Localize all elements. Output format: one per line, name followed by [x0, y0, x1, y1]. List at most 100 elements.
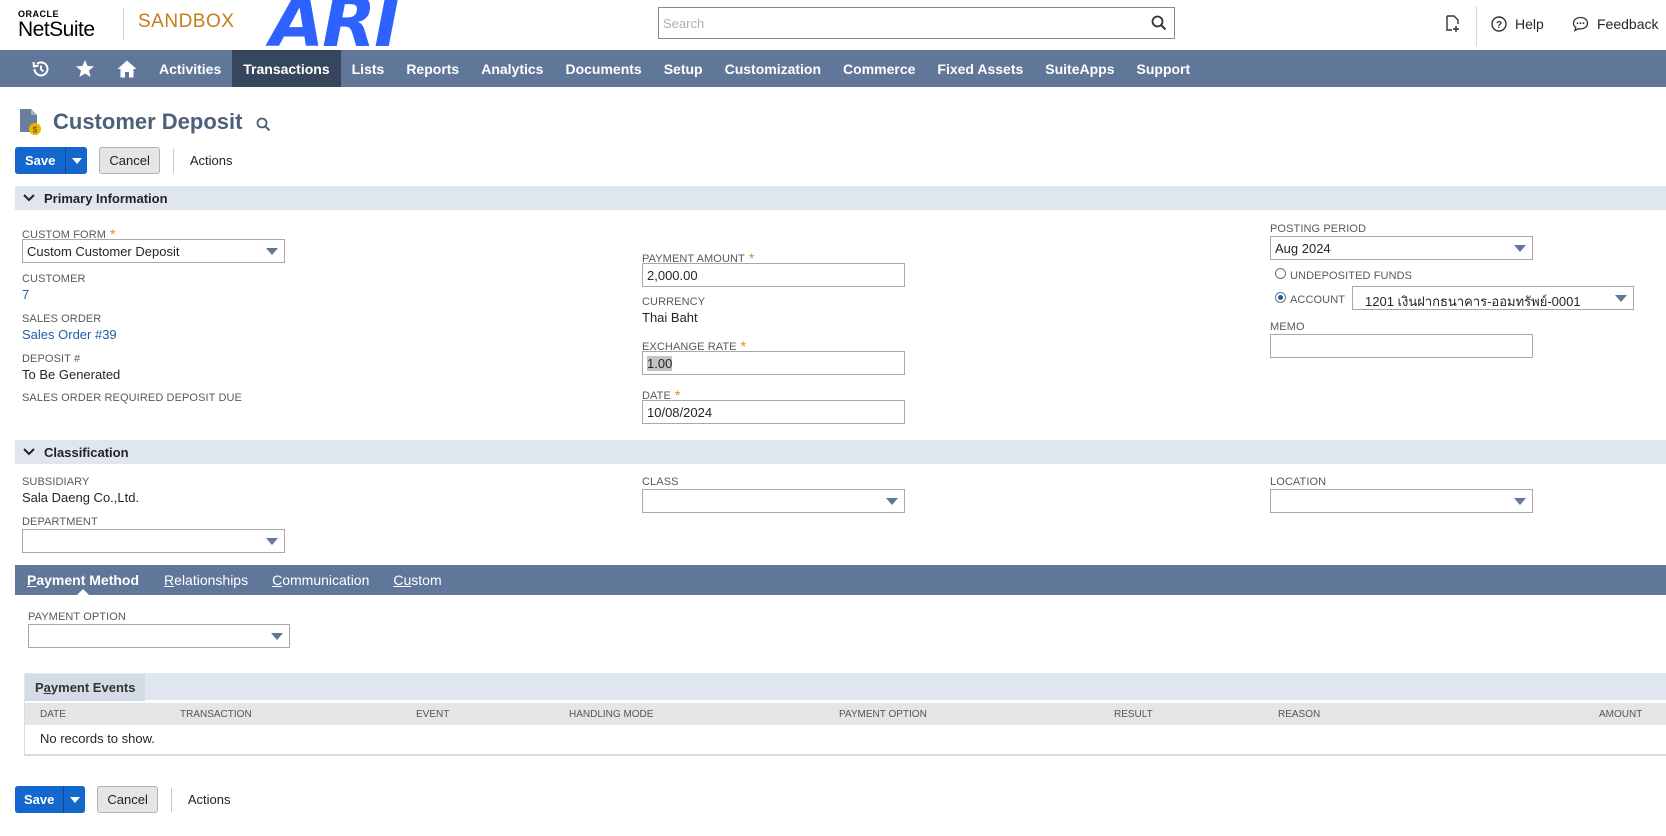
- deposit-number-value: To Be Generated: [22, 367, 121, 382]
- account-radio[interactable]: [1275, 292, 1286, 303]
- global-search-input[interactable]: [659, 8, 1129, 38]
- nav-setup[interactable]: Setup: [653, 50, 714, 87]
- company-brand-logo: ARI: [270, 0, 400, 63]
- netsuite-wordmark: NetSuite: [18, 18, 95, 41]
- nav-suiteapps[interactable]: SuiteApps: [1034, 50, 1125, 87]
- search-icon[interactable]: [1151, 15, 1167, 31]
- subsidiary-value: Sala Daeng Co.,Ltd.: [22, 490, 140, 505]
- save-button-group: Save: [15, 786, 86, 813]
- so-required-deposit-due-label: SALES ORDER REQUIRED DEPOSIT DUE: [22, 392, 242, 404]
- cancel-button[interactable]: Cancel: [99, 147, 160, 174]
- column-reason[interactable]: REASON: [1278, 709, 1320, 720]
- global-search-box[interactable]: [658, 7, 1175, 39]
- nav-documents[interactable]: Documents: [554, 50, 652, 87]
- classification-header[interactable]: Classification: [15, 440, 1666, 464]
- account-label: ACCOUNT: [1290, 294, 1346, 306]
- tab-custom[interactable]: Cu stom: [381, 565, 453, 595]
- dropdown-arrow-icon: [1514, 498, 1526, 505]
- nav-commerce[interactable]: Commerce: [832, 50, 926, 87]
- no-records-message: No records to show.: [40, 731, 155, 746]
- page-title: Customer Deposit: [53, 109, 243, 134]
- payment-events-bottom-border: [25, 754, 1666, 756]
- feedback-label: Feedback: [1597, 16, 1659, 32]
- column-result[interactable]: RESULT: [1114, 709, 1153, 720]
- class-label: CLASS: [642, 476, 679, 488]
- actions-menu[interactable]: Actions: [188, 792, 231, 807]
- column-handling-mode[interactable]: HANDLING MODE: [569, 709, 653, 720]
- svg-text:?: ?: [1496, 20, 1502, 31]
- column-transaction[interactable]: TRANSACTION: [180, 709, 252, 720]
- tab-communication[interactable]: Communication: [260, 565, 381, 595]
- column-date[interactable]: DATE: [40, 709, 66, 720]
- account-select[interactable]: 1201 เงินฝากธนาคาร-ออมทรัพย์-0001: [1352, 286, 1634, 310]
- department-select[interactable]: [22, 529, 285, 553]
- actions-menu[interactable]: Actions: [190, 153, 233, 168]
- help-link[interactable]: ? Help: [1491, 16, 1544, 32]
- subsidiary-label: SUBSIDIARY: [22, 476, 90, 488]
- payment-amount-input[interactable]: 2,000.00: [642, 263, 905, 287]
- save-button[interactable]: Save: [15, 786, 64, 813]
- memo-input[interactable]: [1270, 334, 1533, 358]
- payment-events-tab[interactable]: Pa yment Events: [25, 674, 146, 701]
- create-new-icon: [1446, 15, 1459, 32]
- feedback-icon: [1572, 16, 1589, 32]
- section-title: Classification: [44, 444, 129, 460]
- save-button[interactable]: Save: [15, 147, 66, 174]
- nav-customization[interactable]: Customization: [714, 50, 832, 87]
- custom-form-select[interactable]: Custom Customer Deposit: [22, 239, 285, 263]
- record-search-icon[interactable]: [256, 117, 271, 132]
- save-options-dropdown[interactable]: [63, 786, 86, 813]
- header-separator: [1476, 6, 1477, 46]
- class-select[interactable]: [642, 489, 905, 513]
- button-separator: [172, 148, 174, 173]
- dropdown-arrow-icon: [271, 633, 283, 640]
- nav-reports[interactable]: Reports: [395, 50, 470, 87]
- customer-label: CUSTOMER: [22, 273, 86, 285]
- logo-divider: [123, 8, 124, 40]
- undeposited-funds-radio[interactable]: [1275, 268, 1286, 279]
- tab-payment-method[interactable]: Payment Method: [15, 565, 151, 596]
- column-amount[interactable]: AMOUNT: [1599, 709, 1642, 720]
- sales-order-link[interactable]: Sales Order #39: [22, 327, 117, 342]
- bottom-button-bar: Save Cancel Actions: [15, 786, 230, 813]
- nav-activities[interactable]: Activities: [148, 50, 232, 87]
- chevron-down-icon: [69, 796, 80, 803]
- favorites-star-icon[interactable]: [67, 50, 103, 87]
- top-button-bar: Save Cancel Actions: [15, 147, 232, 174]
- nav-analytics[interactable]: Analytics: [470, 50, 554, 87]
- date-input[interactable]: 10/08/2024: [642, 400, 905, 424]
- button-separator: [170, 787, 172, 812]
- help-icon: ?: [1491, 16, 1507, 32]
- exchange-rate-input[interactable]: 1.00: [642, 351, 905, 375]
- posting-period-select[interactable]: Aug 2024: [1270, 236, 1533, 260]
- netsuite-logo[interactable]: ORACLE NetSuite: [18, 9, 95, 41]
- section-title: Primary Information: [44, 190, 168, 206]
- currency-label: CURRENCY: [642, 296, 706, 308]
- primary-information-header[interactable]: Primary Information: [15, 186, 1666, 210]
- memo-label: MEMO: [1270, 321, 1305, 333]
- nav-lists[interactable]: Lists: [341, 50, 396, 87]
- cancel-button[interactable]: Cancel: [97, 786, 158, 813]
- customer-link[interactable]: 7: [22, 287, 29, 302]
- recent-records-icon[interactable]: [23, 50, 59, 87]
- nav-support[interactable]: Support: [1126, 50, 1202, 87]
- payment-events-header-bar: [24, 673, 1666, 700]
- location-select[interactable]: [1270, 489, 1533, 513]
- svg-text:$: $: [33, 126, 38, 135]
- save-options-dropdown[interactable]: [65, 147, 88, 174]
- undeposited-funds-label: UNDEPOSITED FUNDS: [1290, 270, 1413, 282]
- main-navigation: Activities Transactions Lists Reports An…: [0, 50, 1666, 87]
- save-button-group: Save: [15, 147, 88, 174]
- chevron-down-icon: [23, 448, 35, 456]
- exchange-rate-value: 1.00: [647, 356, 673, 371]
- nav-fixed-assets[interactable]: Fixed Assets: [926, 50, 1034, 87]
- payment-option-select[interactable]: [28, 624, 290, 648]
- posting-period-value: Aug 2024: [1275, 241, 1331, 256]
- column-payment-option[interactable]: PAYMENT OPTION: [839, 709, 927, 720]
- column-event[interactable]: EVENT: [416, 709, 449, 720]
- tab-relationships[interactable]: Relationships: [152, 565, 260, 595]
- create-new-button[interactable]: [1444, 0, 1461, 48]
- feedback-link[interactable]: Feedback: [1572, 16, 1658, 32]
- nav-transactions[interactable]: Transactions: [232, 50, 341, 87]
- home-icon[interactable]: [109, 50, 145, 87]
